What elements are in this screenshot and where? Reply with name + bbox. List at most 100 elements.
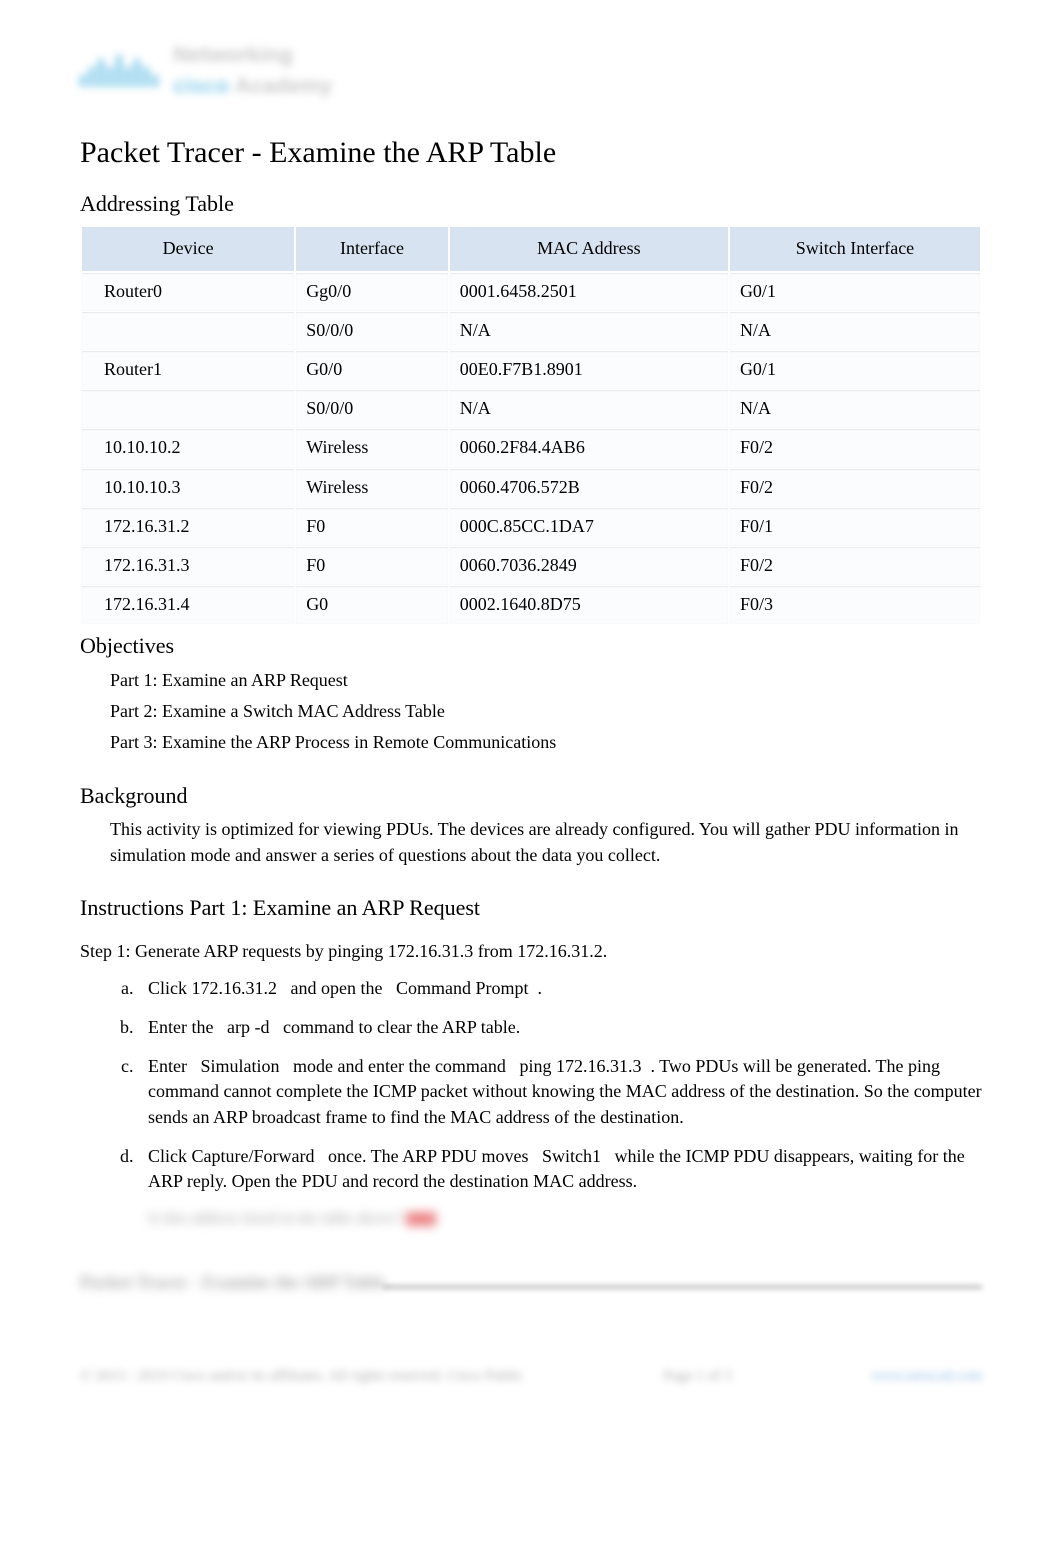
- table-cell: 10.10.10.3: [82, 469, 294, 506]
- th-mac: MAC Address: [450, 227, 728, 270]
- bold: 172.16.31.2: [192, 978, 278, 998]
- table-row: Router1G0/000E0.F7B1.8901G0/1: [82, 351, 980, 388]
- addressing-heading: Addressing Table: [80, 189, 982, 220]
- bold: Command Prompt: [396, 978, 529, 998]
- th-switch-if: Switch Interface: [730, 227, 980, 270]
- table-cell: Router1: [82, 351, 294, 388]
- logo-area: Networking cisco Academy: [80, 40, 982, 102]
- table-cell: N/A: [730, 312, 980, 349]
- table-cell: G0/1: [730, 273, 980, 310]
- table-row: 172.16.31.4G00002.1640.8D75F0/3: [82, 586, 980, 623]
- step-c: Enter Simulation mode and enter the comm…: [138, 1054, 982, 1130]
- text: Click: [148, 1146, 192, 1166]
- table-cell: S0/0/0: [296, 390, 448, 427]
- text: . Two PDUs will be generated. The: [650, 1056, 908, 1076]
- table-cell: 172.16.31.4: [82, 586, 294, 623]
- bold: Capture/Forward: [192, 1146, 315, 1166]
- th-device: Device: [82, 227, 294, 270]
- table-cell: F0/2: [730, 469, 980, 506]
- bold: arp -d: [227, 1017, 269, 1037]
- objective-item: Part 2: Examine a Switch MAC Address Tab…: [110, 699, 982, 724]
- text: Enter: [148, 1056, 191, 1076]
- table-row: 10.10.10.3Wireless0060.4706.572BF0/2: [82, 469, 980, 506]
- table-cell: 172.16.31.2: [82, 508, 294, 545]
- table-cell: Router0: [82, 273, 294, 310]
- page-title: Packet Tracer - Examine the ARP Table: [80, 132, 982, 174]
- table-cell: 0060.7036.2849: [450, 547, 728, 584]
- background-heading: Background: [80, 781, 982, 812]
- table-row: 172.16.31.3F00060.7036.2849F0/2: [82, 547, 980, 584]
- table-cell: F0: [296, 508, 448, 545]
- step-d: Click Capture/Forward once. The ARP PDU …: [138, 1144, 982, 1194]
- objectives-list: Part 1: Examine an ARP Request Part 2: E…: [110, 668, 982, 756]
- logo-line1: Networking: [173, 40, 332, 71]
- table-cell: F0/3: [730, 586, 980, 623]
- table-cell: 0002.1640.8D75: [450, 586, 728, 623]
- bold: ping 172.16.31.3: [519, 1056, 641, 1076]
- table-cell: [82, 390, 294, 427]
- text: Enter the: [148, 1017, 218, 1037]
- step-b: Enter the arp -d command to clear the AR…: [138, 1015, 982, 1040]
- running-header: Packet Tracer - Examine the ARP Table: [80, 1270, 982, 1295]
- table-cell: F0/1: [730, 508, 980, 545]
- table-cell: F0/2: [730, 429, 980, 466]
- table-row: 172.16.31.2F0000C.85CC.1DA7F0/1: [82, 508, 980, 545]
- table-cell: 0060.2F84.4AB6: [450, 429, 728, 466]
- table-row: S0/0/0N/AN/A: [82, 312, 980, 349]
- instructions-heading: Instructions Part 1: Examine an ARP Requ…: [80, 893, 982, 924]
- table-cell: 0001.6458.2501: [450, 273, 728, 310]
- table-cell: 000C.85CC.1DA7: [450, 508, 728, 545]
- step-list: Click 172.16.31.2 and open the Command P…: [138, 976, 982, 1194]
- table-cell: 10.10.10.2: [82, 429, 294, 466]
- table-cell: N/A: [450, 312, 728, 349]
- table-cell: Gg0/0: [296, 273, 448, 310]
- addressing-table: Device Interface MAC Address Switch Inte…: [80, 225, 982, 625]
- background-text: This activity is optimized for viewing P…: [110, 817, 982, 867]
- text: command to clear the ARP table.: [278, 1017, 520, 1037]
- text: once. The ARP PDU moves: [323, 1146, 533, 1166]
- table-row: 10.10.10.2Wireless0060.2F84.4AB6F0/2: [82, 429, 980, 466]
- table-row: Router0Gg0/00001.6458.2501G0/1: [82, 273, 980, 310]
- table-cell: G0: [296, 586, 448, 623]
- table-row: S0/0/0N/AN/A: [82, 390, 980, 427]
- text: command cannot complete the ICMP packet …: [148, 1081, 982, 1126]
- bold: ping: [908, 1056, 940, 1076]
- table-header-row: Device Interface MAC Address Switch Inte…: [82, 227, 980, 270]
- blurred-question: Is this address listed in the table abov…: [148, 1208, 982, 1230]
- running-title: Packet Tracer - Examine the ARP Table: [80, 1270, 385, 1295]
- footer-link: www.netacad.com: [871, 1366, 982, 1387]
- th-interface: Interface: [296, 227, 448, 270]
- step1-title: Step 1: Generate ARP requests by pinging…: [80, 939, 982, 964]
- table-cell: [82, 312, 294, 349]
- logo-brand: cisco: [173, 73, 229, 98]
- table-cell: G0/0: [296, 351, 448, 388]
- logo-text: Networking cisco Academy: [173, 40, 332, 102]
- bold: Simulation: [200, 1056, 279, 1076]
- table-cell: 172.16.31.3: [82, 547, 294, 584]
- text: and open the: [286, 978, 387, 998]
- cisco-bars-icon: [80, 55, 158, 87]
- objective-item: Part 3: Examine the ARP Process in Remot…: [110, 730, 982, 755]
- objective-item: Part 1: Examine an ARP Request: [110, 668, 982, 693]
- text: mode and enter the command: [289, 1056, 511, 1076]
- table-cell: 0060.4706.572B: [450, 469, 728, 506]
- footer-page: Page 1 of 3: [664, 1366, 732, 1387]
- logo-line2: Academy: [235, 73, 333, 98]
- text: Click: [148, 978, 192, 998]
- step-a: Click 172.16.31.2 and open the Command P…: [138, 976, 982, 1001]
- footer: © 2013 - 2019 Cisco and/or its affiliate…: [80, 1366, 982, 1387]
- bold: Switch1: [542, 1146, 601, 1166]
- footer-copyright: © 2013 - 2019 Cisco and/or its affiliate…: [80, 1366, 524, 1387]
- table-cell: Wireless: [296, 469, 448, 506]
- underline: [383, 1284, 982, 1288]
- table-cell: F0/2: [730, 547, 980, 584]
- table-cell: G0/1: [730, 351, 980, 388]
- table-cell: F0: [296, 547, 448, 584]
- text: .: [537, 978, 542, 998]
- objectives-heading: Objectives: [80, 631, 982, 662]
- table-cell: Wireless: [296, 429, 448, 466]
- blurred-text: Is this address listed in the table abov…: [148, 1210, 402, 1227]
- table-cell: S0/0/0: [296, 312, 448, 349]
- table-cell: N/A: [730, 390, 980, 427]
- blurred-red-mark: [406, 1212, 436, 1226]
